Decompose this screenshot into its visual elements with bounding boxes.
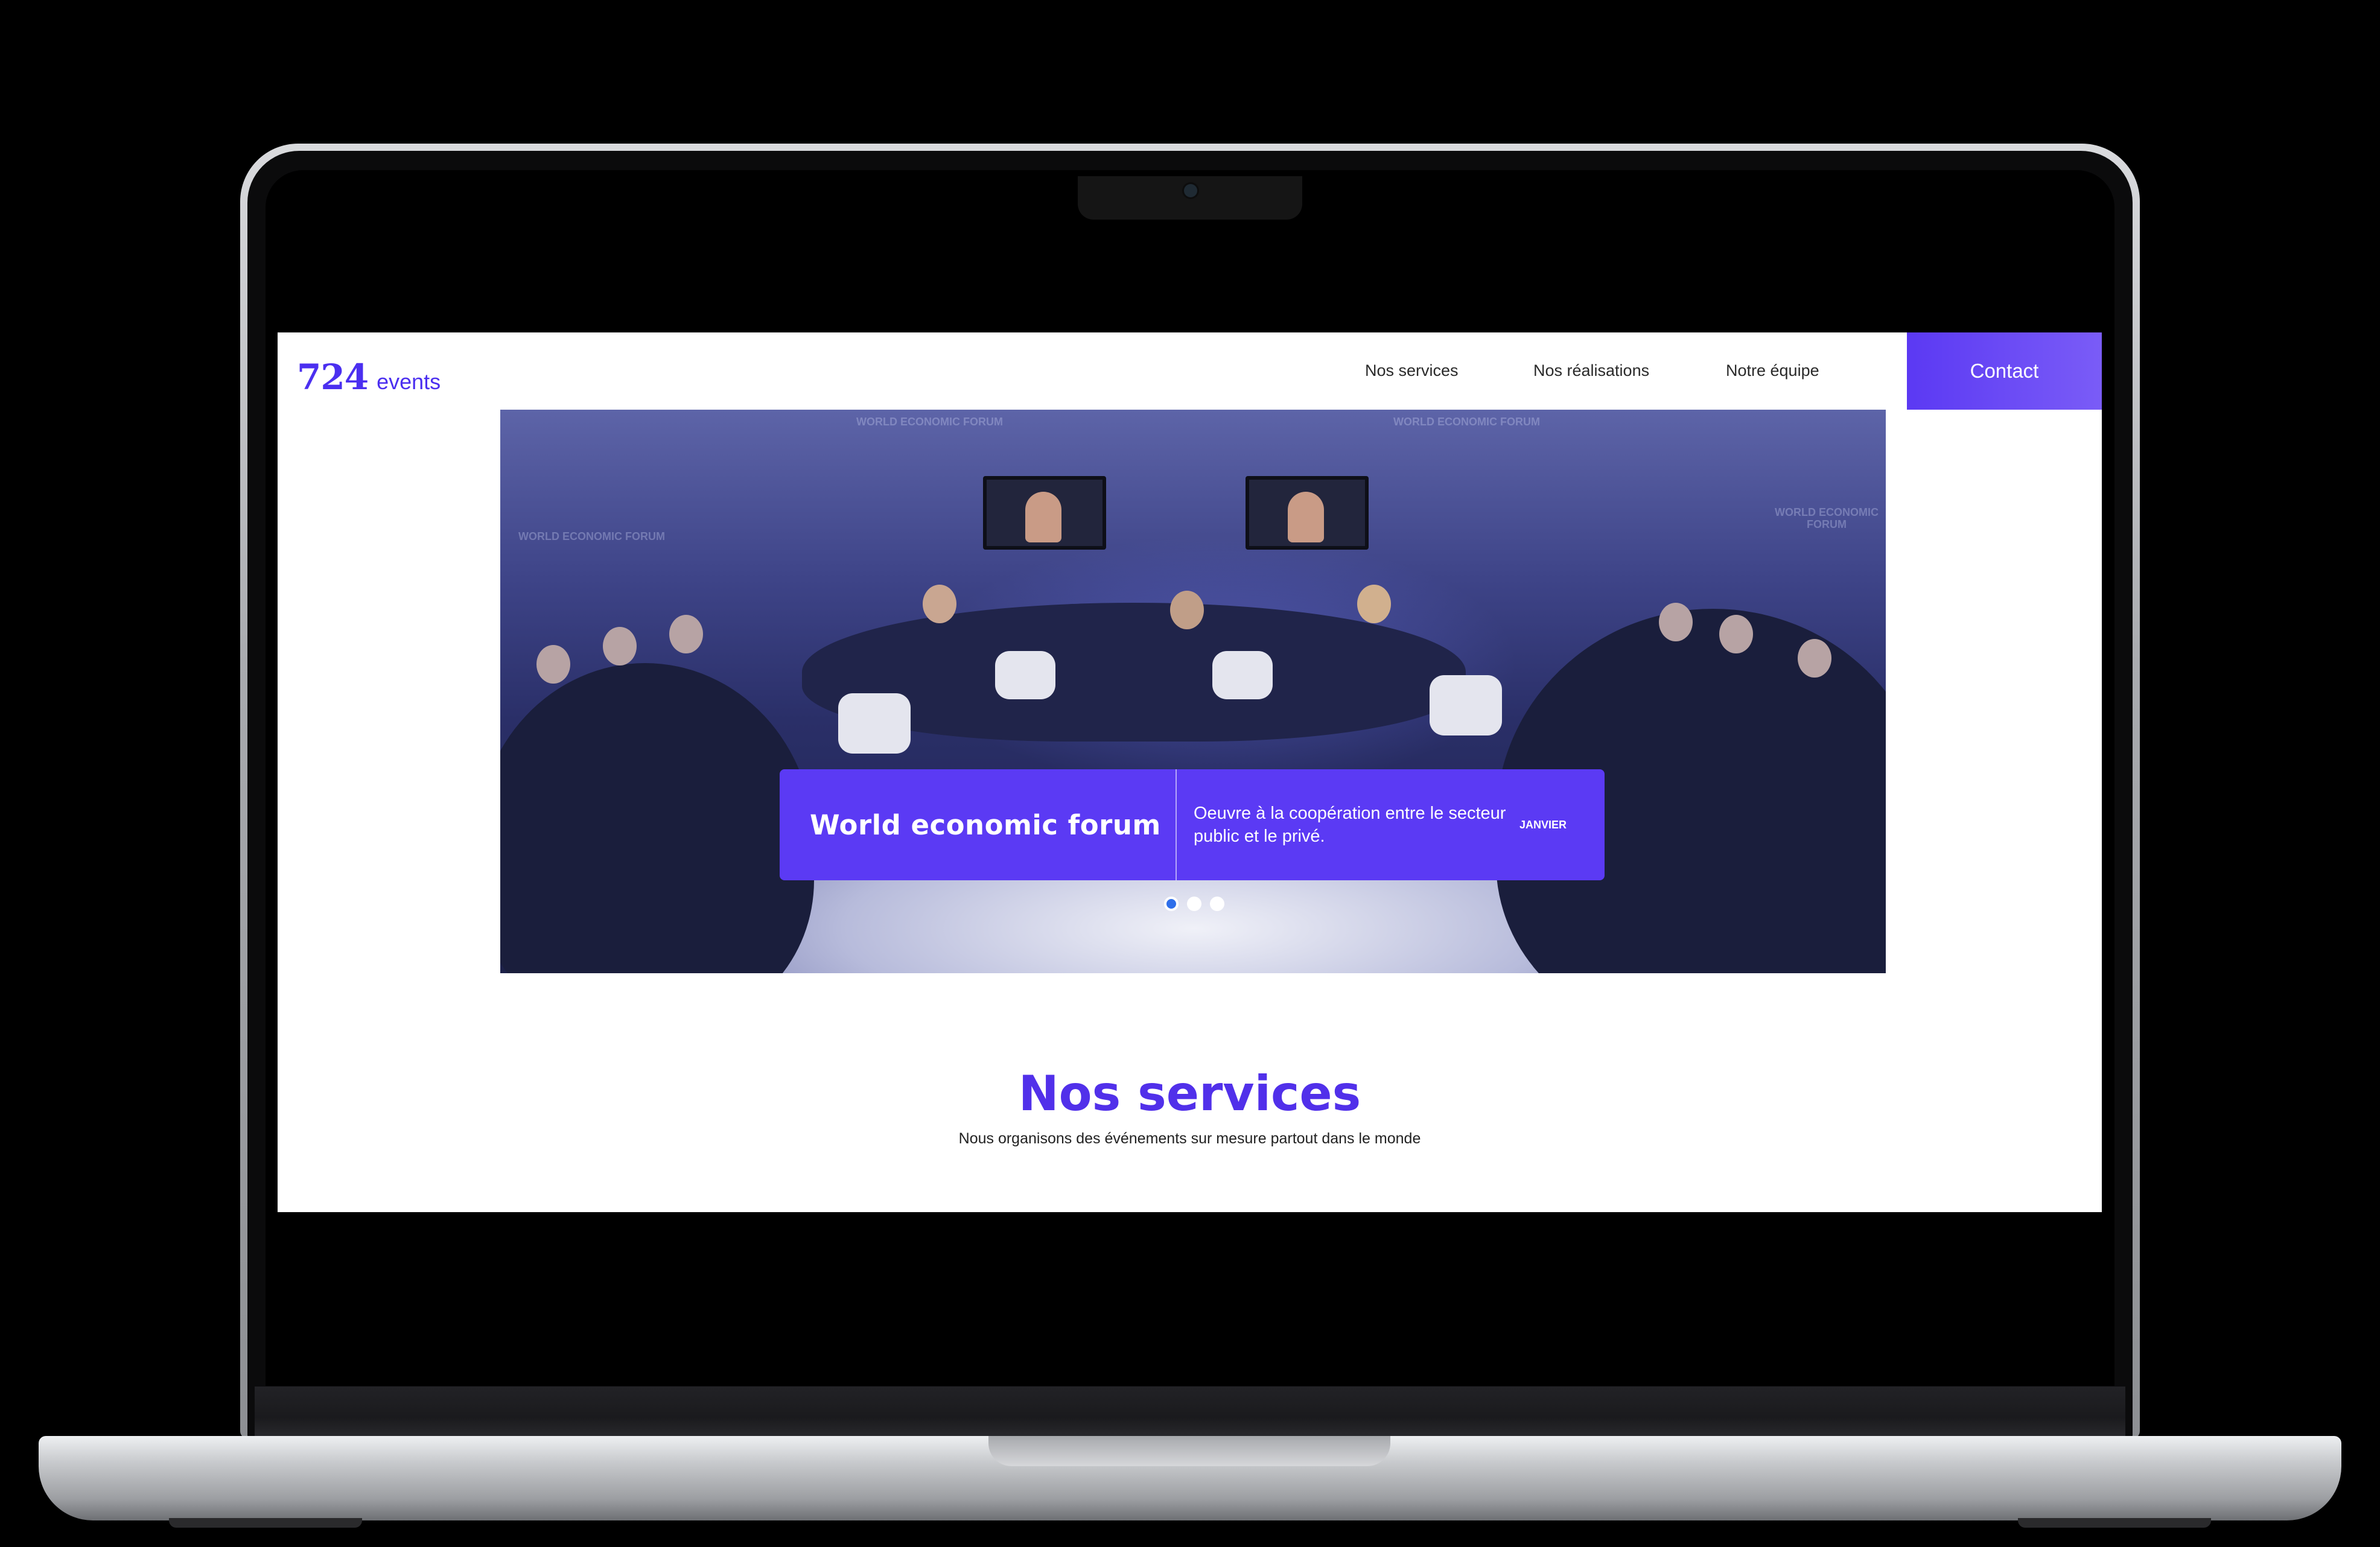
audience-member [1659, 603, 1693, 641]
nav-link-realisations[interactable]: Nos réalisations [1533, 361, 1649, 380]
carousel-dots [1164, 897, 1224, 911]
panel-chair [995, 651, 1055, 699]
event-month: JANVIER [1519, 818, 1567, 831]
panelist [1357, 585, 1391, 623]
nav-link-services[interactable]: Nos services [1365, 361, 1459, 380]
wall-logo: WORLD ECONOMIC FORUM [856, 416, 1003, 428]
panelist [923, 585, 956, 623]
tv-screen-right [1246, 476, 1369, 550]
audience-member [1798, 639, 1831, 678]
panelist [1170, 591, 1204, 629]
carousel-dot-3[interactable] [1210, 897, 1224, 911]
camera-icon [1184, 184, 1197, 197]
site-logo[interactable]: 724 events [297, 357, 441, 398]
camera-notch [1078, 176, 1302, 220]
tv-screen-left [983, 476, 1106, 550]
wall-logo: WORLD ECONOMIC FORUM [1393, 416, 1540, 428]
panel-chair [1212, 651, 1273, 699]
services-heading: Nos services [1018, 1066, 1361, 1122]
logo-number: 724 [297, 357, 369, 398]
screen-chin [255, 1387, 2125, 1438]
nav-link-equipe[interactable]: Notre équipe [1726, 361, 1819, 380]
hero-carousel: WORLD ECONOMIC FORUM WORLD ECONOMIC FORU… [500, 410, 1886, 973]
audience-left [500, 663, 814, 973]
lid-opening-notch [988, 1436, 1390, 1466]
website-screen: 724 events Nos services Nos réalisations… [278, 332, 2102, 1212]
top-navbar: 724 events Nos services Nos réalisations… [278, 332, 2102, 410]
contact-button[interactable]: Contact [1907, 332, 2102, 410]
carousel-dot-2[interactable] [1187, 897, 1201, 911]
audience-member [536, 645, 570, 684]
laptop-foot-left [169, 1518, 362, 1528]
carousel-dot-1[interactable] [1164, 897, 1179, 911]
event-title: World economic forum [810, 808, 1161, 841]
event-info-card[interactable]: World economic forum Oeuvre à la coopéra… [780, 769, 1605, 880]
panel-chair [1430, 675, 1502, 735]
event-description: Oeuvre à la coopération entre le secteur… [1194, 804, 1506, 846]
panel-chair [838, 693, 911, 754]
audience-member [603, 627, 637, 665]
wall-logo: WORLD ECONOMIC FORUM [518, 530, 665, 542]
services-subtitle: Nous organisons des événements sur mesur… [958, 1130, 1421, 1147]
wall-logo: WORLD ECONOMIC FORUM [1775, 506, 1879, 530]
laptop-foot-right [2018, 1518, 2211, 1528]
logo-text: events [377, 369, 441, 394]
audience-member [669, 615, 703, 653]
audience-member [1719, 615, 1753, 653]
